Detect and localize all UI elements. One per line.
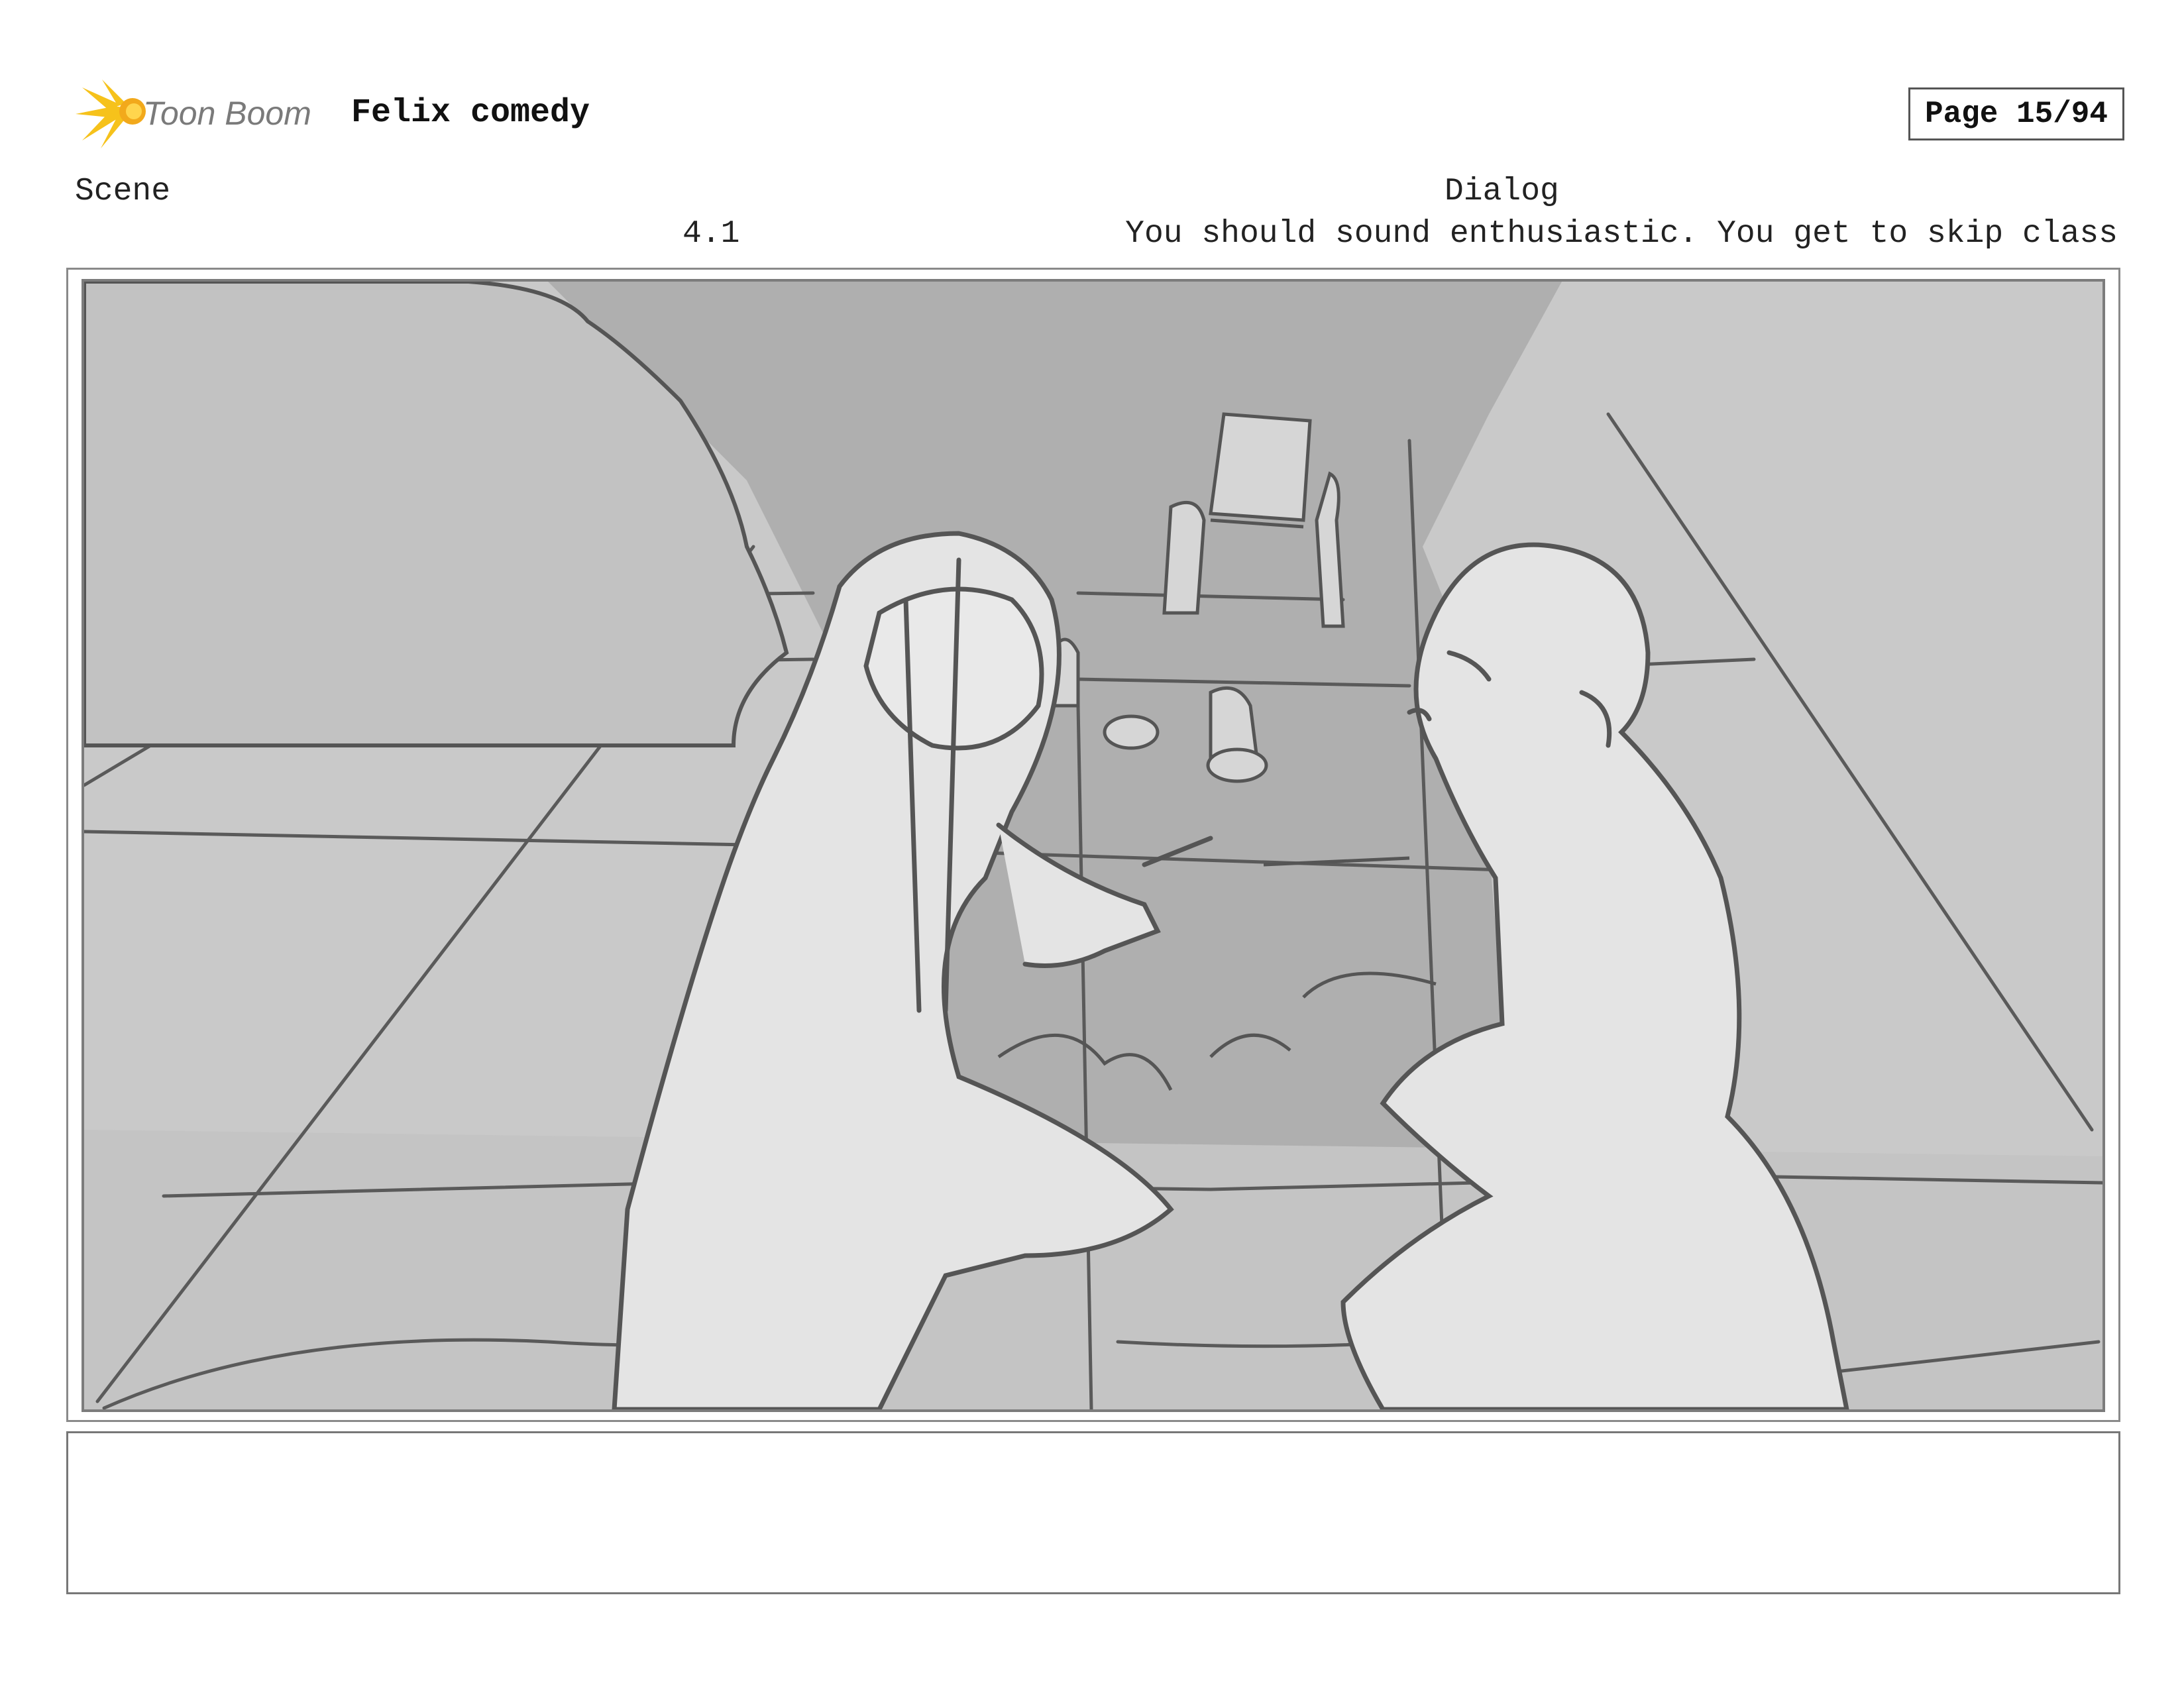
logo-text: Toon Boom [143, 95, 311, 132]
scene-column-label: Scene [75, 174, 171, 209]
project-title: Felix comedy [351, 94, 590, 132]
page-indicator: Page 15/94 [1908, 87, 2124, 140]
toon-boom-logo: Toon Boom [69, 74, 334, 154]
toon-boom-star-icon: Toon Boom [76, 80, 311, 148]
dialog-text: You should sound enthusiastic. You get t… [1125, 216, 2118, 252]
storyboard-panel[interactable] [66, 268, 2120, 1422]
dialog-column-label: Dialog [1445, 174, 1559, 209]
panel-image [82, 279, 2105, 1412]
notes-box[interactable] [66, 1431, 2120, 1594]
scene-number: 4.1 [682, 216, 740, 252]
sketch-drawing [84, 282, 2102, 1409]
